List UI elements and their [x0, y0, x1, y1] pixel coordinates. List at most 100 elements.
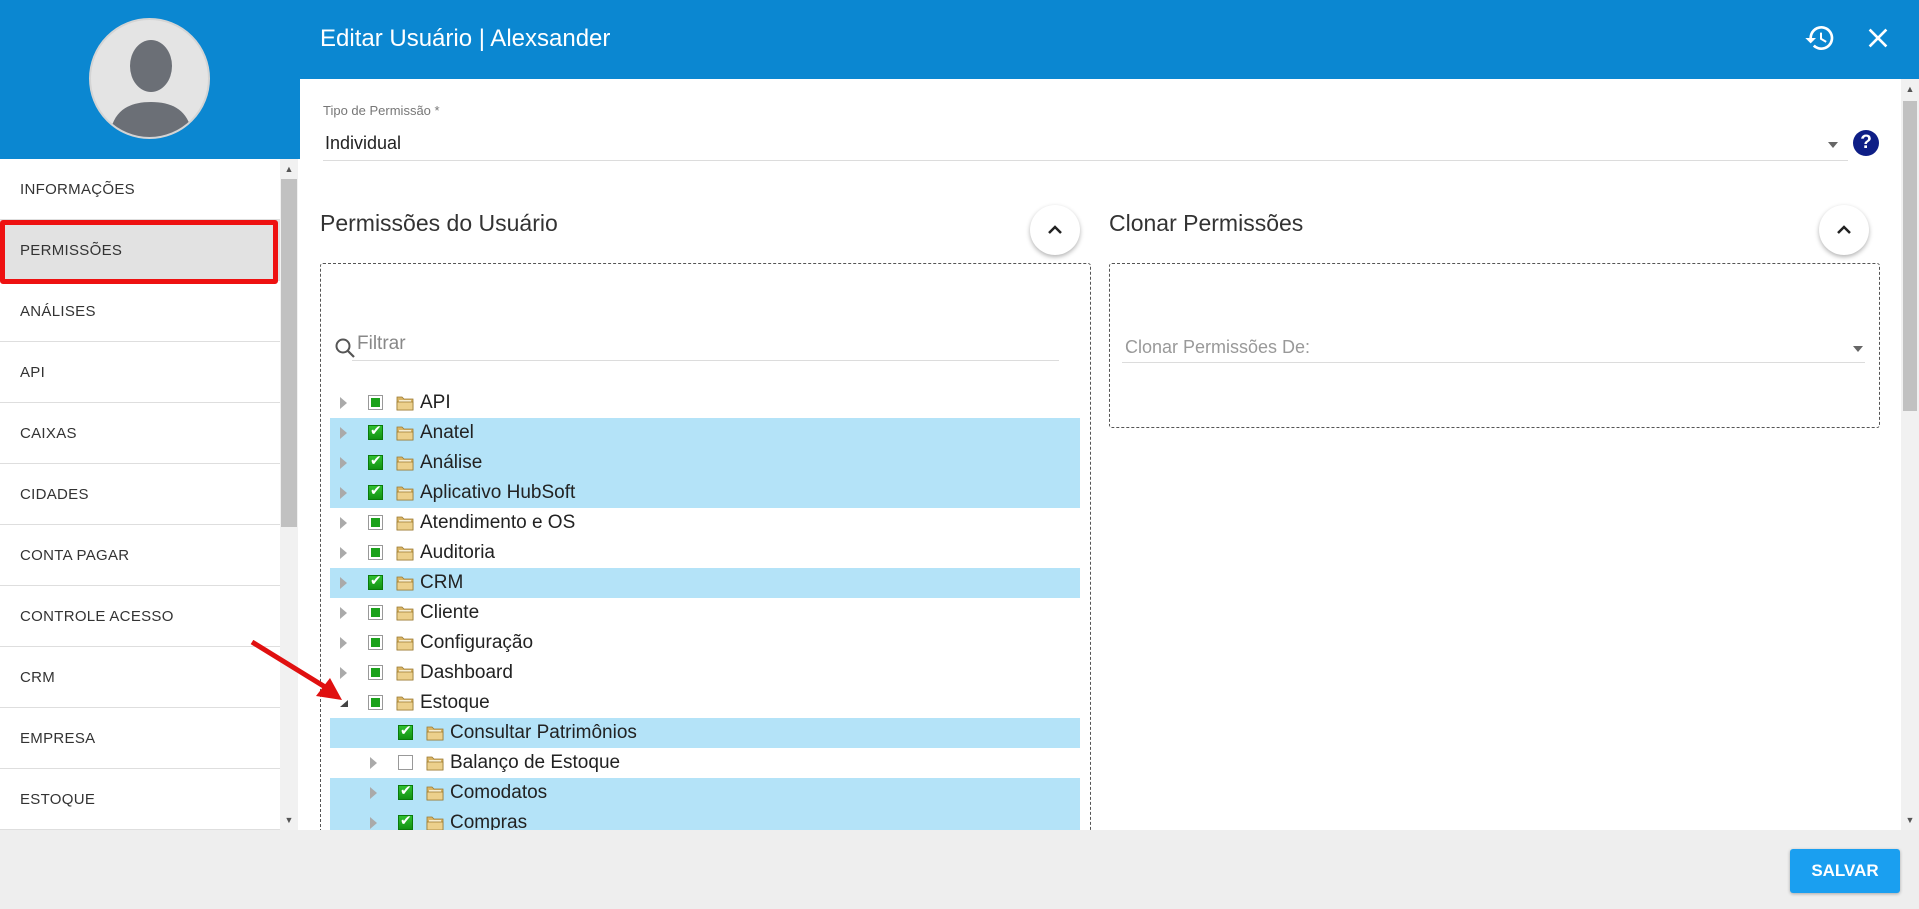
close-icon[interactable]	[1862, 22, 1894, 54]
tree-expand-icon[interactable]	[340, 397, 347, 409]
page-title: Editar Usuário | Alexsander	[320, 25, 611, 52]
main-scrollbar[interactable]: ▲ ▼	[1901, 79, 1919, 830]
tree-node[interactable]: Dashboard	[330, 658, 1080, 688]
sidebar-item-8[interactable]: CRM	[0, 647, 280, 708]
tree-node[interactable]: CRM	[330, 568, 1080, 598]
tree-checkbox[interactable]	[368, 545, 383, 560]
folder-icon	[426, 814, 444, 830]
dropdown-caret-icon	[1853, 346, 1863, 352]
tree-checkbox[interactable]	[368, 515, 383, 530]
sidebar-item-10[interactable]: ESTOQUE	[0, 769, 280, 830]
tree-expand-icon[interactable]	[340, 607, 347, 619]
scroll-down-arrow-icon[interactable]: ▼	[280, 812, 298, 828]
tree-checkbox[interactable]	[368, 483, 383, 500]
sidebar-item-3[interactable]: API	[0, 342, 280, 403]
folder-icon	[426, 724, 444, 741]
tree-checkbox[interactable]	[368, 395, 383, 410]
filter-input[interactable]: Filtrar	[352, 331, 1059, 361]
tree-node[interactable]: Compras	[330, 808, 1080, 830]
history-icon[interactable]	[1804, 22, 1836, 54]
permission-type-select[interactable]: Individual	[323, 129, 1848, 161]
tree-checkbox[interactable]	[368, 665, 383, 680]
scroll-up-arrow-icon[interactable]: ▲	[1901, 81, 1919, 97]
tree-checkbox[interactable]	[398, 723, 413, 740]
tree-node-label: Estoque	[420, 692, 490, 713]
tree-node-label: Anatel	[420, 422, 474, 443]
tree-node[interactable]: Estoque	[330, 688, 1080, 718]
tree-node[interactable]: API	[330, 388, 1080, 418]
tree-checkbox[interactable]	[398, 783, 413, 800]
tree-expand-icon[interactable]	[370, 787, 377, 799]
footer: SALVAR	[0, 830, 1919, 909]
permission-type-label: Tipo de Permissão *	[323, 103, 440, 118]
avatar[interactable]	[89, 18, 210, 139]
collapse-user-permissions-button[interactable]	[1030, 205, 1080, 255]
user-silhouette-icon	[109, 40, 193, 137]
folder-icon	[396, 484, 414, 501]
sidebar-header	[0, 0, 300, 159]
sidebar-item-7[interactable]: CONTROLE ACESSO	[0, 586, 280, 647]
tree-node-label: Auditoria	[420, 542, 495, 563]
tree-node-label: Aplicativo HubSoft	[420, 482, 576, 503]
tree-checkbox[interactable]	[368, 453, 383, 470]
tree-expand-icon[interactable]	[340, 427, 347, 439]
collapse-clone-permissions-button[interactable]	[1819, 205, 1869, 255]
tree-expand-icon[interactable]	[370, 817, 377, 829]
tree-node[interactable]: Análise	[330, 448, 1080, 478]
tree-node-label: Análise	[420, 452, 483, 473]
sidebar-item-0[interactable]: INFORMAÇÕES	[0, 159, 280, 220]
tree-node[interactable]: Cliente	[330, 598, 1080, 628]
tree-node-label: Atendimento e OS	[420, 512, 576, 533]
tree-node[interactable]: Consultar Patrimônios	[330, 718, 1080, 748]
sidebar-item-9[interactable]: EMPRESA	[0, 708, 280, 769]
clone-permissions-title: Clonar Permissões	[1109, 210, 1304, 236]
tree-checkbox[interactable]	[398, 755, 413, 770]
tree-expand-icon[interactable]	[340, 517, 347, 529]
tree-node[interactable]: Balanço de Estoque	[330, 748, 1080, 778]
annotation-arrow	[250, 640, 342, 700]
folder-icon	[426, 784, 444, 801]
sidebar-scrollbar[interactable]: ▲ ▼	[280, 159, 298, 830]
scroll-up-arrow-icon[interactable]: ▲	[280, 161, 298, 177]
tree-checkbox[interactable]	[368, 573, 383, 590]
sidebar-item-6[interactable]: CONTA PAGAR	[0, 525, 280, 586]
tree-expand-icon[interactable]	[340, 487, 347, 499]
tree-expand-icon[interactable]	[340, 547, 347, 559]
tree-node-label: Dashboard	[420, 662, 513, 683]
tree-node[interactable]: Auditoria	[330, 538, 1080, 568]
sidebar-item-2[interactable]: ANÁLISES	[0, 281, 280, 342]
tree-node-label: Consultar Patrimônios	[450, 722, 637, 743]
tree-node[interactable]: Atendimento e OS	[330, 508, 1080, 538]
tree-node[interactable]: Anatel	[330, 418, 1080, 448]
tree-checkbox[interactable]	[398, 813, 413, 830]
folder-icon	[396, 454, 414, 471]
permissions-tree: API Anatel Análise Aplicativo HubSoft Atendi…	[330, 388, 1080, 830]
save-button[interactable]: SALVAR	[1790, 849, 1900, 893]
folder-icon	[396, 664, 414, 681]
tree-node-label: CRM	[420, 572, 464, 593]
tree-expand-icon[interactable]	[370, 757, 377, 769]
folder-icon	[396, 604, 414, 621]
tree-node-label: Balanço de Estoque	[450, 752, 621, 773]
tree-checkbox[interactable]	[368, 605, 383, 620]
sidebar-item-4[interactable]: CAIXAS	[0, 403, 280, 464]
tree-node[interactable]: Aplicativo HubSoft	[330, 478, 1080, 508]
main-content: Tipo de Permissão * Individual ? Permiss…	[300, 79, 1901, 830]
tree-node-label: Configuração	[420, 632, 534, 653]
permission-type-value: Individual	[325, 133, 402, 153]
tree-checkbox[interactable]	[368, 423, 383, 440]
help-icon[interactable]: ?	[1853, 130, 1879, 156]
sidebar-item-5[interactable]: CIDADES	[0, 464, 280, 525]
scroll-down-arrow-icon[interactable]: ▼	[1901, 812, 1919, 828]
main-scroll-thumb[interactable]	[1903, 101, 1917, 411]
tree-checkbox[interactable]	[368, 695, 383, 710]
sidebar-scroll-thumb[interactable]	[281, 179, 297, 527]
tree-node[interactable]: Comodatos	[330, 778, 1080, 808]
filter-placeholder: Filtrar	[357, 333, 406, 354]
clone-permissions-placeholder: Clonar Permissões De:	[1125, 337, 1311, 357]
tree-checkbox[interactable]	[368, 635, 383, 650]
clone-permissions-select[interactable]: Clonar Permissões De:	[1122, 333, 1865, 363]
tree-node[interactable]: Configuração	[330, 628, 1080, 658]
tree-expand-icon[interactable]	[340, 577, 347, 589]
tree-expand-icon[interactable]	[340, 457, 347, 469]
